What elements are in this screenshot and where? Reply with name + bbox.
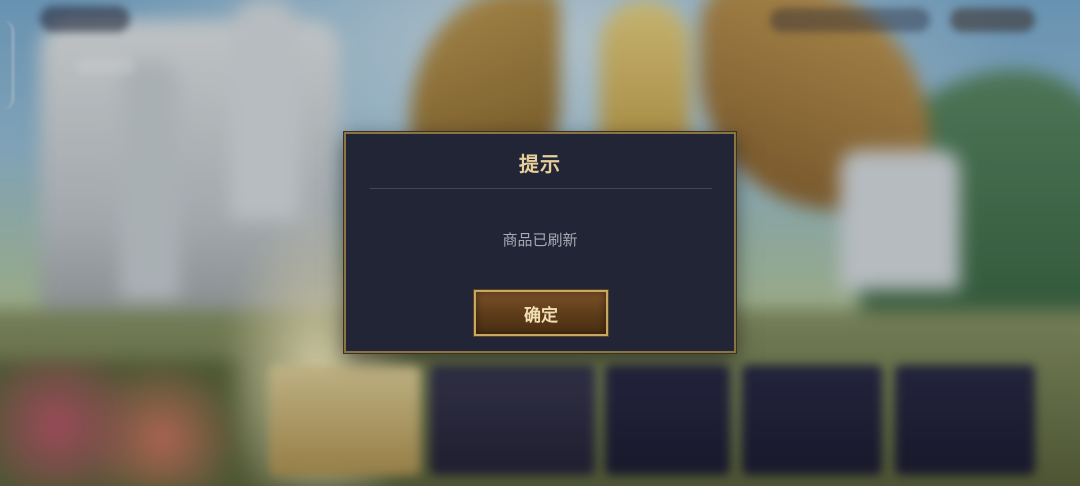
confirm-button[interactable]: 确定 [473, 289, 609, 337]
dialog-message: 商品已刷新 [502, 231, 578, 249]
dialog-title: 提示 [519, 152, 561, 176]
divider [370, 188, 712, 189]
notice-dialog: 提示 商品已刷新 确定 [344, 132, 736, 353]
game-screen: 提示 商品已刷新 确定 [0, 0, 1080, 486]
